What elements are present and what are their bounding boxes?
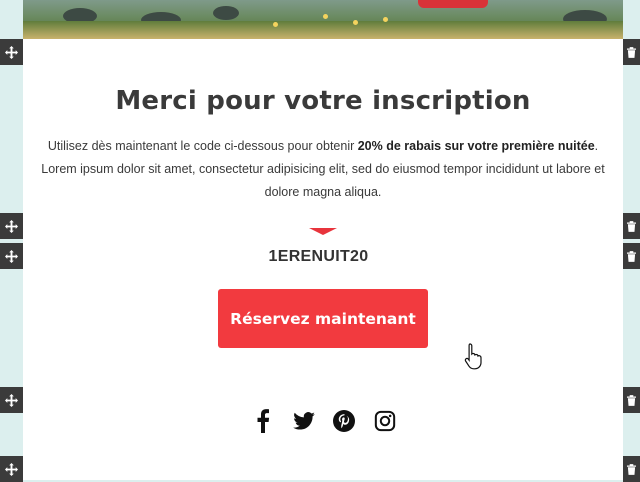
hero-flower [323, 14, 328, 19]
promo-code: 1ERENUIT20 [268, 248, 369, 265]
hero-grass [23, 21, 623, 39]
hero-rock [213, 6, 239, 20]
pinterest-icon[interactable] [330, 407, 358, 435]
hero-flower [273, 22, 278, 27]
hand-cursor-icon [464, 342, 486, 370]
social-links [249, 406, 399, 436]
trash-icon[interactable] [623, 39, 640, 65]
hero-flower [353, 20, 358, 25]
move-icon[interactable] [0, 213, 23, 239]
email-title: Merci pour votre inscription [115, 86, 531, 116]
book-now-button[interactable]: Réservez maintenant [218, 289, 428, 348]
instagram-icon[interactable] [371, 407, 399, 435]
trash-icon[interactable] [623, 387, 640, 413]
facebook-icon[interactable] [249, 407, 277, 435]
trash-icon[interactable] [623, 243, 640, 269]
email-canvas: Merci pour votre inscription Utilisez dè… [23, 0, 623, 480]
arrow-down-icon [309, 228, 337, 235]
move-icon[interactable] [0, 456, 23, 482]
hero-boat [418, 0, 488, 8]
move-icon[interactable] [0, 39, 23, 65]
trash-icon[interactable] [623, 213, 640, 239]
move-icon[interactable] [0, 243, 23, 269]
intro-bold: 20% de rabais sur votre première nuitée [357, 139, 595, 153]
twitter-icon[interactable] [290, 407, 318, 435]
intro-prefix: Utilisez dès maintenant le code ci-desso… [47, 139, 358, 153]
move-icon[interactable] [0, 387, 23, 413]
trash-icon[interactable] [623, 456, 640, 482]
hero-flower [383, 17, 388, 22]
hero-image[interactable] [23, 0, 623, 39]
intro-text: Utilisez dès maintenant le code ci-desso… [38, 135, 608, 204]
